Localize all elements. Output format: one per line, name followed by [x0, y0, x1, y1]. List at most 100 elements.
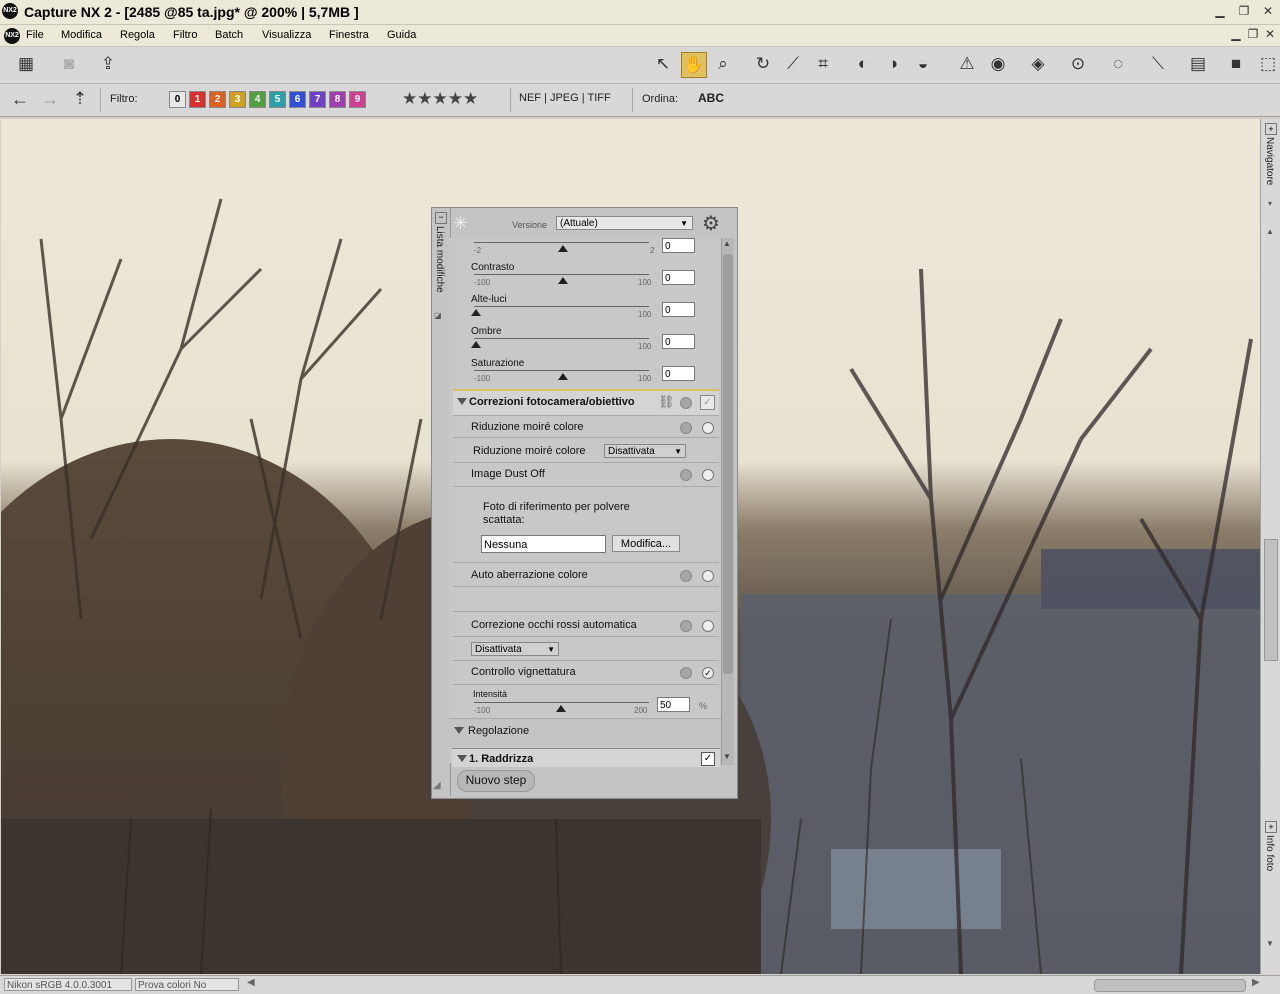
scroll-down-icon[interactable]: ▼	[1263, 939, 1277, 951]
white-point-icon[interactable]: ◒	[911, 52, 935, 76]
grid-view-icon[interactable]: ▦	[14, 52, 38, 76]
expand-icon[interactable]: +	[1265, 821, 1277, 833]
tag-icon[interactable]: ◈	[1026, 52, 1050, 76]
brush-icon[interactable]: ⟍	[1146, 52, 1170, 76]
resize-grip-icon[interactable]: ◢	[433, 780, 441, 791]
rating-chip-9[interactable]: 9	[349, 91, 366, 108]
hand-tool-icon[interactable]: ✋	[681, 52, 707, 78]
document-icon[interactable]: NX2	[4, 28, 20, 44]
aberration-radio[interactable]	[702, 570, 714, 582]
shadows-track[interactable]	[474, 338, 649, 339]
rating-chip-2[interactable]: 2	[209, 91, 226, 108]
scroll-left-icon[interactable]: ◀	[247, 977, 255, 988]
zoom-icon[interactable]: ⌕	[711, 52, 735, 76]
scroll-down-icon[interactable]: ▼	[723, 752, 731, 761]
saturation-track[interactable]	[474, 370, 649, 371]
red-eye-radio[interactable]	[702, 620, 714, 632]
rating-chip-3[interactable]: 3	[229, 91, 246, 108]
top-slider-thumb[interactable]	[558, 245, 568, 252]
red-eye-icon[interactable]: ⚠	[955, 52, 979, 76]
fill-icon[interactable]: ■	[1224, 52, 1248, 76]
soft-proof-select[interactable]: Prova colori No	[135, 978, 239, 991]
rotate-icon[interactable]: ↻	[751, 52, 775, 76]
navigator-tab[interactable]: Navigatore	[1264, 137, 1275, 185]
link-icon[interactable]: ⛓	[658, 394, 675, 410]
minimize-icon[interactable]: ▁	[1212, 4, 1228, 18]
intensity-thumb[interactable]	[556, 705, 566, 712]
expand-triangle-icon[interactable]	[454, 727, 464, 734]
new-step-button[interactable]: Nuovo step	[457, 770, 535, 792]
menu-visualizza[interactable]: Visualizza	[262, 29, 311, 41]
direct-select-icon[interactable]: ↖	[651, 52, 675, 76]
contrast-value[interactable]: 0	[662, 270, 695, 285]
restore-icon[interactable]: ❐	[1236, 4, 1252, 18]
horizontal-scrollbar-thumb[interactable]	[1094, 979, 1246, 992]
sort-select[interactable]: ABC	[698, 91, 724, 105]
rating-chip-0[interactable]: 0	[169, 91, 186, 108]
top-slider-value[interactable]: 0	[662, 238, 695, 253]
moire-radio[interactable]	[702, 422, 714, 434]
expand-icon[interactable]: +	[1265, 123, 1277, 135]
neutral-point-icon[interactable]: ◑	[881, 52, 905, 76]
dust-reference-field[interactable]: Nessuna	[481, 535, 606, 553]
menu-guida[interactable]: Guida	[387, 29, 416, 41]
highlights-value[interactable]: 0	[662, 302, 695, 317]
camera-icon[interactable]: ◙	[57, 52, 81, 76]
eye-icon[interactable]: ◉	[986, 52, 1010, 76]
gradient-icon[interactable]: ▤	[1186, 52, 1210, 76]
menu-filtro[interactable]: Filtro	[173, 29, 197, 41]
marquee-icon[interactable]: ⬚	[1256, 52, 1280, 76]
vignette-radio-checked[interactable]: ✓	[702, 667, 714, 679]
doc-restore-icon[interactable]: ❐	[1245, 27, 1261, 41]
up-folder-icon[interactable]: ⇡	[68, 87, 92, 111]
doc-close-icon[interactable]: ✕	[1262, 27, 1278, 41]
forward-arrow-icon[interactable]: →	[38, 87, 62, 111]
step-checkbox[interactable]: ✓	[701, 752, 715, 766]
menu-batch[interactable]: Batch	[215, 29, 243, 41]
rating-chip-1[interactable]: 1	[189, 91, 206, 108]
top-slider-track[interactable]	[474, 242, 649, 243]
close-icon[interactable]: ✕	[1260, 4, 1276, 18]
enable-checkbox[interactable]: ✓	[700, 395, 715, 410]
saturation-thumb[interactable]	[558, 373, 568, 380]
vertical-scrollbar-thumb[interactable]	[1264, 539, 1278, 661]
lasso-icon[interactable]: ◌	[1106, 52, 1130, 76]
rating-stars[interactable]: ★★★★★	[402, 89, 478, 109]
dust-off-radio[interactable]	[702, 469, 714, 481]
doc-minimize-icon[interactable]: ▁	[1228, 27, 1244, 41]
menu-modifica[interactable]: Modifica	[61, 29, 102, 41]
rating-chip-8[interactable]: 8	[329, 91, 346, 108]
menu-file[interactable]: File	[26, 29, 44, 41]
straighten-icon[interactable]: ⟋	[781, 52, 805, 76]
scroll-up-icon[interactable]: ▲	[723, 239, 731, 248]
intensity-value[interactable]: 50	[657, 697, 690, 712]
collapse-icon[interactable]: ▾	[1263, 199, 1277, 211]
rating-chip-5[interactable]: 5	[269, 91, 286, 108]
gears-icon[interactable]: ⚙	[702, 211, 720, 236]
rating-chip-4[interactable]: 4	[249, 91, 266, 108]
rating-chip-6[interactable]: 6	[289, 91, 306, 108]
scroll-right-icon[interactable]: ▶	[1252, 977, 1260, 988]
format-filter[interactable]: NEF | JPEG | TIFF	[519, 92, 611, 104]
panel-menu-icon[interactable]: ◪	[434, 311, 444, 321]
saturation-value[interactable]: 0	[662, 366, 695, 381]
info-tab[interactable]: Info foto	[1264, 835, 1275, 871]
menu-regola[interactable]: Regola	[120, 29, 155, 41]
moire-select[interactable]: Disattivata ▼	[604, 444, 686, 458]
shadows-thumb[interactable]	[471, 341, 481, 348]
intensity-track[interactable]	[474, 702, 649, 703]
contrast-thumb[interactable]	[558, 277, 568, 284]
shadows-value[interactable]: 0	[662, 334, 695, 349]
export-icon[interactable]: ⇪	[96, 52, 120, 76]
highlights-track[interactable]	[474, 306, 649, 307]
rating-chip-7[interactable]: 7	[309, 91, 326, 108]
contrast-track[interactable]	[474, 274, 649, 275]
scroll-up-icon[interactable]: ▲	[1263, 227, 1277, 239]
panel-scrollbar-thumb[interactable]	[723, 254, 733, 674]
menu-finestra[interactable]: Finestra	[329, 29, 369, 41]
control-point-icon[interactable]: ⊙	[1066, 52, 1090, 76]
collapse-panel-icon[interactable]: −	[435, 212, 447, 224]
expand-triangle-icon[interactable]	[457, 755, 467, 762]
version-select[interactable]: (Attuale) ▼	[556, 216, 693, 230]
panel-scrollbar[interactable]: ▲ ▼	[721, 238, 734, 765]
